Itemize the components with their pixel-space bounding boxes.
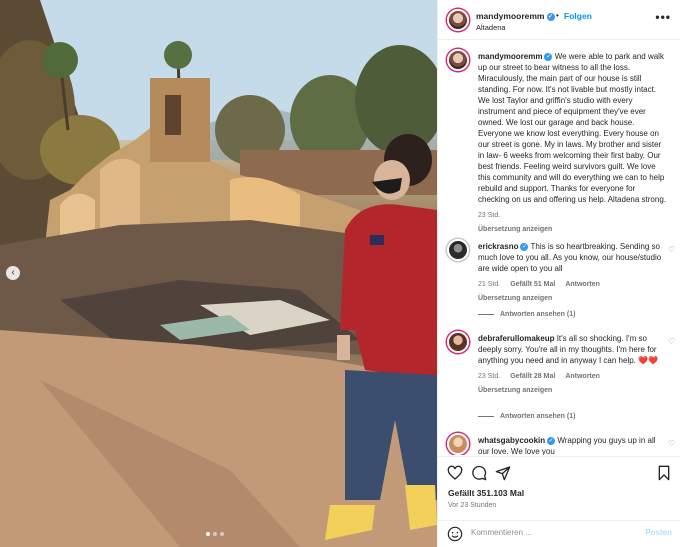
post-comment-button[interactable]: Posten: [645, 528, 672, 537]
like-comment-heart-icon[interactable]: ♡: [668, 337, 675, 346]
translate-link[interactable]: Übersetzung anzeigen: [478, 224, 668, 235]
comment-meta: 23 Std. Gefällt 28 Mal Antworten: [478, 371, 668, 382]
verified-badge-icon: ✓: [546, 12, 555, 21]
caption-body: mandymooremm ✓ We were able to park and w…: [478, 51, 668, 235]
post-actions: Gefällt 351.103 Mal Vor 23 Stunden: [438, 456, 680, 520]
username-link[interactable]: mandymooremm ✓: [476, 11, 555, 21]
comment-likes[interactable]: Gefällt 51 Mal: [510, 279, 555, 290]
verified-badge-icon: ✓: [547, 436, 556, 445]
like-comment-heart-icon[interactable]: ♡: [668, 439, 675, 448]
caption-meta: 23 Std.: [478, 210, 668, 221]
avatar[interactable]: [447, 239, 469, 261]
post-timestamp[interactable]: Vor 23 Stunden: [448, 502, 496, 509]
verified-badge-icon: ✓: [544, 52, 553, 61]
share-send-icon[interactable]: [495, 465, 511, 481]
previous-image-button[interactable]: ‹: [6, 266, 20, 280]
save-bookmark-icon[interactable]: [656, 465, 672, 481]
caption-time[interactable]: 23 Std.: [478, 210, 500, 221]
location-link[interactable]: Altadena: [476, 23, 506, 32]
carousel-dot: [206, 532, 210, 536]
comment-body: whatsgabycookin ✓ Wrapping you guys up in…: [478, 435, 668, 455]
divider: [478, 416, 494, 417]
comment-body: erickrasno ✓ This is so heartbreaking. Se…: [478, 241, 668, 304]
carousel-indicator: [206, 532, 224, 536]
comment-time[interactable]: 23 Std.: [478, 371, 500, 382]
view-replies-button[interactable]: Antworten ansehen (1): [478, 413, 575, 420]
comment-body: debraferullomakeup It's all so shocking.…: [478, 333, 668, 396]
caption-username[interactable]: mandymooremm: [478, 52, 542, 61]
comment-username[interactable]: debraferullomakeup: [478, 334, 554, 343]
burned-house-photo: [0, 0, 437, 547]
more-options-icon[interactable]: •••: [655, 10, 671, 24]
post-photo[interactable]: ‹: [0, 0, 437, 547]
follow-button[interactable]: Folgen: [564, 11, 592, 21]
like-count[interactable]: Gefällt 351.103 Mal: [448, 488, 524, 498]
comment-username[interactable]: erickrasno: [478, 242, 518, 251]
avatar[interactable]: [447, 49, 469, 71]
post-header: mandymooremm ✓ • Folgen Altadena •••: [438, 0, 680, 40]
avatar[interactable]: [447, 433, 469, 455]
comment-likes[interactable]: Gefällt 28 Mal: [510, 371, 555, 382]
comments-list[interactable]: mandymooremm ✓ We were able to park and w…: [438, 41, 680, 455]
comment-username[interactable]: whatsgabycookin: [478, 436, 545, 445]
carousel-dot: [220, 532, 224, 536]
post-sidebar: mandymooremm ✓ • Folgen Altadena ••• mand…: [437, 0, 680, 547]
like-comment-heart-icon[interactable]: ♡: [668, 245, 675, 254]
separator-dot: •: [556, 11, 559, 20]
comment-icon[interactable]: [471, 465, 487, 481]
view-replies-button[interactable]: Antworten ansehen (1): [478, 311, 575, 318]
divider: [478, 314, 494, 315]
reply-button[interactable]: Antworten: [565, 371, 600, 382]
comment-meta: 21 Std. Gefällt 51 Mal Antworten: [478, 279, 668, 290]
carousel-dot: [213, 532, 217, 536]
reply-button[interactable]: Antworten: [565, 279, 600, 290]
comment-input[interactable]: [471, 528, 631, 537]
caption-text: We were able to park and walk up our str…: [478, 52, 666, 204]
emoji-icon[interactable]: [447, 526, 463, 542]
like-heart-icon[interactable]: [447, 465, 463, 481]
comment-time[interactable]: 21 Std.: [478, 279, 500, 290]
translate-link[interactable]: Übersetzung anzeigen: [478, 385, 668, 396]
avatar[interactable]: [447, 9, 469, 31]
translate-link[interactable]: Übersetzung anzeigen: [478, 293, 668, 304]
add-comment-bar: Posten: [438, 520, 680, 547]
verified-badge-icon: ✓: [520, 242, 529, 251]
avatar[interactable]: [447, 331, 469, 353]
